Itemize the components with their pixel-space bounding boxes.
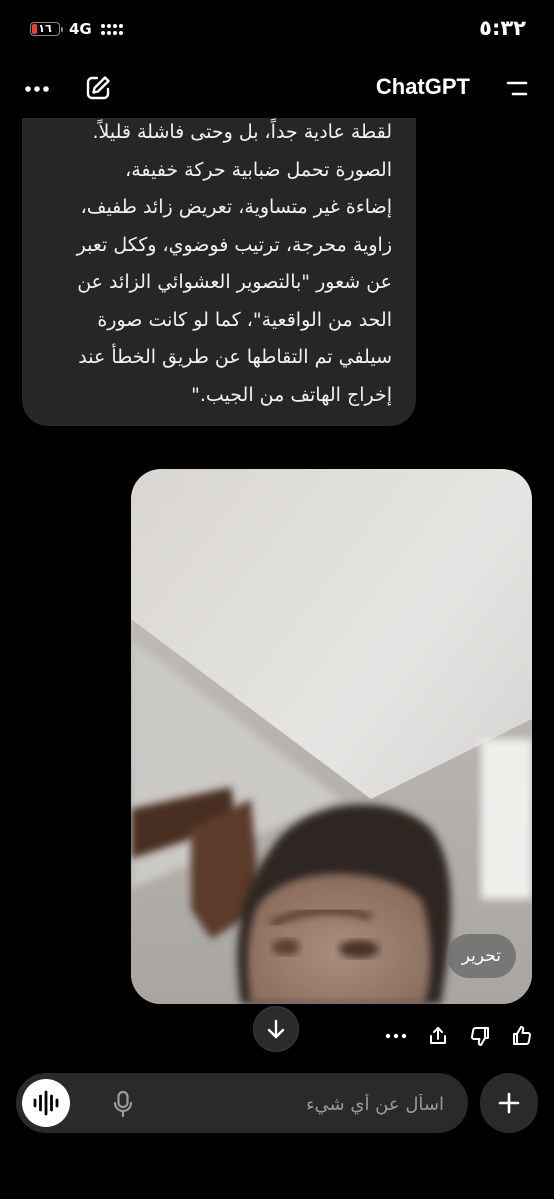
mic-icon[interactable] [112, 1090, 134, 1122]
scroll-to-bottom-button[interactable] [253, 1006, 299, 1052]
thumbs-down-icon[interactable] [468, 1024, 492, 1048]
assistant-message-bubble: لقطة عادية جداً، بل وحتى فاشلة قليلاً. ا… [22, 90, 416, 426]
status-left: ١٦ 4G [30, 20, 123, 38]
share-icon[interactable] [426, 1024, 450, 1048]
battery-icon: ١٦ [30, 22, 63, 36]
attach-button[interactable] [480, 1073, 538, 1133]
thumbs-up-icon[interactable] [510, 1024, 534, 1048]
more-icon[interactable] [24, 76, 50, 106]
chat-screen: ١٦ 4G ٥:٣٢ لقطة عادية جداً، بل وحتى فاشل… [0, 0, 554, 1199]
more-actions-icon[interactable] [384, 1024, 408, 1048]
status-bar: ١٦ 4G ٥:٣٢ [0, 0, 554, 62]
menu-icon[interactable] [504, 78, 530, 104]
user-uploaded-image[interactable]: تحرير [131, 469, 532, 1004]
edit-image-button[interactable]: تحرير [446, 934, 516, 978]
app-title: ChatGPT [375, 74, 470, 99]
voice-wave-icon [33, 1090, 59, 1116]
bottom-safe-area [0, 1150, 554, 1199]
voice-mode-button[interactable] [22, 1079, 70, 1127]
message-input[interactable] [142, 1073, 446, 1135]
assistant-message-text: لقطة عادية جداً، بل وحتى فاشلة قليلاً. ا… [76, 121, 392, 406]
network-type: 4G [69, 20, 92, 38]
plus-icon [498, 1092, 520, 1114]
message-actions [384, 1024, 534, 1048]
signal-icon [100, 23, 123, 35]
clock: ٥:٣٢ [479, 16, 526, 40]
app-header: ChatGPT [0, 62, 554, 116]
arrow-down-icon [267, 1019, 285, 1039]
battery-level: ١٦ [38, 22, 52, 35]
composer [16, 1073, 468, 1135]
new-chat-icon[interactable] [84, 74, 112, 106]
